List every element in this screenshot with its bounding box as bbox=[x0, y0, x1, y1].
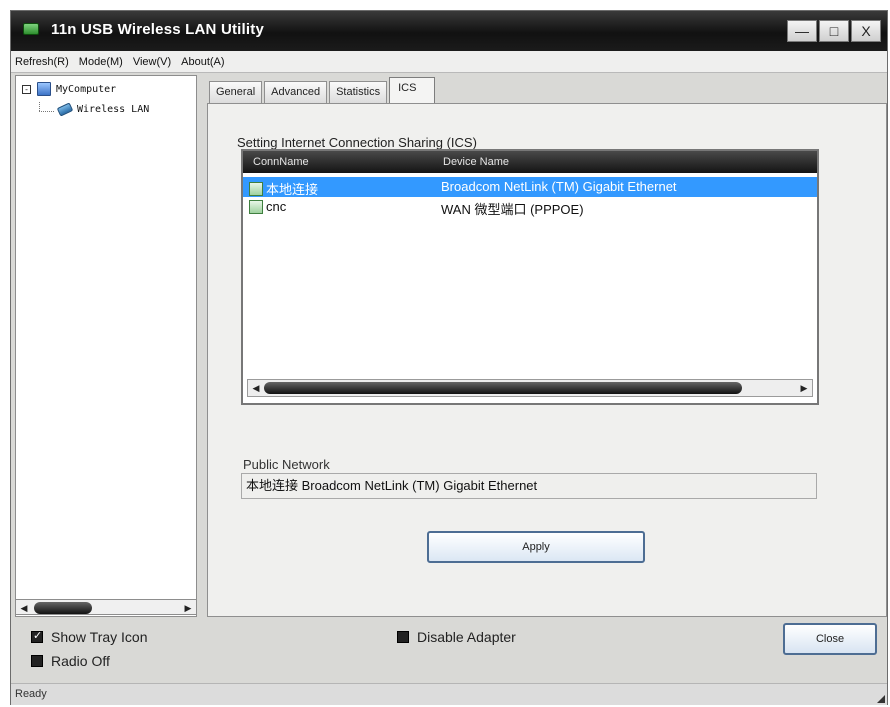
computer-icon bbox=[37, 82, 51, 96]
show-tray-icon-checkbox[interactable] bbox=[31, 629, 43, 643]
tab-strip: General Advanced Statistics ICS bbox=[209, 77, 437, 103]
scroll-left-icon[interactable]: ◀ bbox=[249, 381, 263, 395]
menu-mode[interactable]: Mode(M) bbox=[79, 56, 123, 68]
device-name: Broadcom NetLink (TM) Gigabit Ethernet bbox=[441, 179, 677, 194]
wireless-adapter-icon bbox=[56, 102, 72, 116]
scroll-left-icon[interactable]: ◀ bbox=[17, 601, 31, 615]
tree-horizontal-scrollbar[interactable]: ◀ ▶ bbox=[15, 599, 197, 615]
menu-bar: Refresh(R) Mode(M) View(V) About(A) bbox=[11, 51, 887, 73]
device-name-cell: WAN 微型端口 (PPPOE) bbox=[441, 199, 584, 218]
network-connection-icon bbox=[249, 181, 263, 196]
tree-item-wireless-lan[interactable]: Wireless LAN bbox=[56, 102, 149, 116]
scroll-right-icon[interactable]: ▶ bbox=[181, 601, 195, 615]
apply-button[interactable]: Apply bbox=[427, 531, 645, 563]
tree-item-mycomputer[interactable]: - MyComputer bbox=[22, 82, 116, 96]
conn-name-cell: 本地连接 bbox=[249, 179, 318, 198]
show-tray-icon-label: Show Tray Icon bbox=[51, 629, 148, 645]
scrollbar-thumb[interactable] bbox=[34, 602, 92, 614]
radio-off-option[interactable]: Radio Off bbox=[31, 653, 110, 669]
disable-adapter-option[interactable]: Disable Adapter bbox=[397, 629, 516, 645]
app-icon bbox=[23, 23, 39, 35]
app-window: 11n USB Wireless LAN Utility — □ X Refre… bbox=[10, 10, 888, 705]
menu-view[interactable]: View(V) bbox=[133, 56, 171, 68]
disable-adapter-label: Disable Adapter bbox=[417, 629, 516, 645]
connection-list[interactable]: ConnName Device Name 本地连接 Broadcom NetLi… bbox=[241, 149, 819, 405]
device-tree: - MyComputer Wireless LAN bbox=[15, 75, 197, 617]
resize-grip-icon[interactable] bbox=[877, 695, 885, 703]
scrollbar-thumb[interactable] bbox=[264, 382, 742, 394]
device-name: WAN 微型端口 (PPPOE) bbox=[441, 202, 584, 217]
minimize-button[interactable]: — bbox=[787, 20, 817, 42]
menu-about[interactable]: About(A) bbox=[181, 56, 224, 68]
tree-connector bbox=[39, 111, 54, 112]
show-tray-icon-option[interactable]: Show Tray Icon bbox=[31, 629, 148, 645]
tab-general[interactable]: General bbox=[209, 81, 263, 103]
conn-name-cell: cnc bbox=[249, 199, 286, 214]
tree-item-label: MyComputer bbox=[56, 83, 117, 95]
close-window-button[interactable]: X bbox=[851, 20, 881, 42]
maximize-button[interactable]: □ bbox=[819, 20, 849, 42]
tree-collapse-icon[interactable]: - bbox=[22, 84, 31, 94]
list-horizontal-scrollbar[interactable]: ◀ ▶ bbox=[247, 379, 813, 397]
column-header-device-name[interactable]: Device Name bbox=[443, 156, 509, 168]
scroll-right-icon[interactable]: ▶ bbox=[797, 381, 811, 395]
status-bar: Ready bbox=[11, 683, 887, 705]
tree-item-label: Wireless LAN bbox=[77, 103, 150, 115]
window-controls: — □ X bbox=[785, 20, 881, 42]
list-header: ConnName Device Name bbox=[243, 151, 817, 173]
window-title: 11n USB Wireless LAN Utility bbox=[51, 21, 265, 38]
conn-name: 本地连接 bbox=[266, 182, 319, 197]
title-bar[interactable]: 11n USB Wireless LAN Utility — □ X bbox=[11, 11, 887, 51]
menu-refresh[interactable]: Refresh(R) bbox=[15, 56, 69, 68]
tree-connector bbox=[39, 102, 40, 111]
status-text: Ready bbox=[15, 688, 47, 700]
radio-off-label: Radio Off bbox=[51, 653, 110, 669]
table-row[interactable]: cnc WAN 微型端口 (PPPOE) bbox=[243, 197, 817, 217]
device-name-cell: Broadcom NetLink (TM) Gigabit Ethernet bbox=[441, 179, 677, 194]
tab-statistics[interactable]: Statistics bbox=[329, 81, 388, 103]
section-title: Setting Internet Connection Sharing (ICS… bbox=[237, 135, 477, 150]
tab-ics[interactable]: ICS bbox=[389, 77, 436, 103]
tab-advanced[interactable]: Advanced bbox=[264, 81, 328, 103]
close-button[interactable]: Close bbox=[783, 623, 877, 655]
table-row[interactable]: 本地连接 Broadcom NetLink (TM) Gigabit Ether… bbox=[243, 177, 817, 197]
radio-off-checkbox[interactable] bbox=[31, 655, 43, 667]
public-network-field: 本地连接 Broadcom NetLink (TM) Gigabit Ether… bbox=[241, 473, 817, 499]
conn-name: cnc bbox=[266, 199, 287, 214]
column-header-connname[interactable]: ConnName bbox=[253, 156, 309, 168]
disable-adapter-checkbox[interactable] bbox=[397, 631, 409, 643]
public-network-label: Public Network bbox=[243, 457, 330, 472]
network-connection-icon bbox=[249, 199, 263, 214]
